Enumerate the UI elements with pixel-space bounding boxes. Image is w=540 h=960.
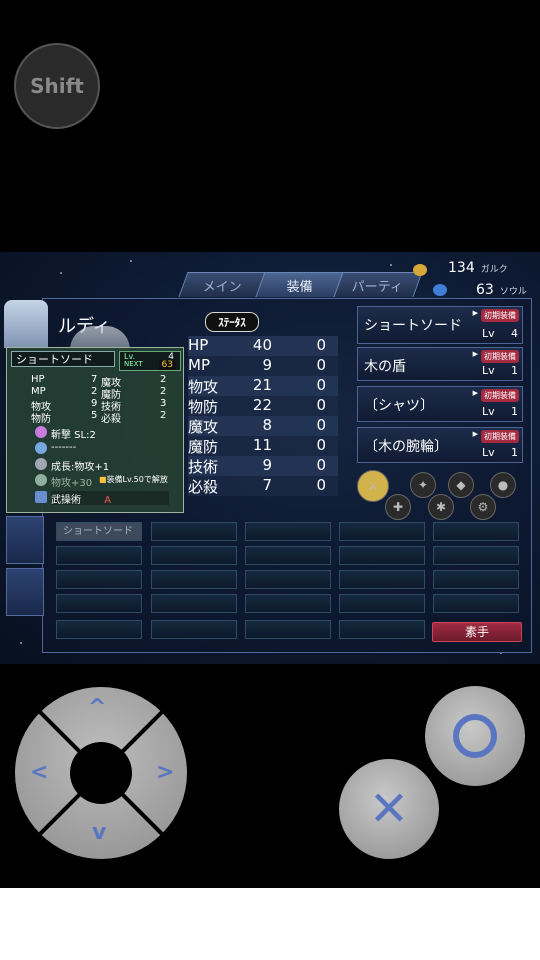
inventory-slot[interactable] xyxy=(151,546,237,565)
status-button[interactable]: ｽﾃｰﾀｽ xyxy=(205,312,259,332)
stat-row-patk: 物攻 21 0 xyxy=(188,376,326,396)
lock-icon: ■ xyxy=(99,475,107,484)
sword-skill-icon[interactable]: ⚔ xyxy=(357,470,389,502)
stat-row-tech: 技術 9 0 xyxy=(188,456,326,476)
arrow-icon: ▶ xyxy=(472,430,478,438)
initial-equip-badge: 初期装備 xyxy=(481,430,519,443)
inventory-item[interactable]: ショートソード xyxy=(56,522,142,541)
tooltip-skill-2: ------- xyxy=(51,442,77,453)
item-tooltip: ショートソード Lv. 4 NEXT 63 HP 7 魔攻 2 MP 2 魔防 … xyxy=(6,347,184,513)
tooltip-weapon-type: 武操術 A xyxy=(51,491,169,506)
tooltip-growth: 成長:物攻+1 xyxy=(51,462,110,473)
slash-skill-icon xyxy=(35,426,47,438)
inventory-slot[interactable] xyxy=(245,594,331,613)
dagger-skill-icon[interactable]: ✦ xyxy=(410,472,436,498)
equip-slot-shield[interactable]: 木の盾 ▶ 初期装備 Lv 1 xyxy=(357,347,523,381)
circle-button[interactable] xyxy=(425,686,525,786)
weapon-skill-icon xyxy=(35,491,47,503)
side-tab-1[interactable] xyxy=(6,516,44,564)
gold-amount: 134 ガルク xyxy=(448,260,508,276)
inventory-slot[interactable] xyxy=(151,570,237,589)
bow-skill-icon[interactable]: ✱ xyxy=(428,494,454,520)
tooltip-level-box: Lv. 4 NEXT 63 xyxy=(119,351,181,371)
stat-row-hp: HP 40 0 xyxy=(188,336,326,354)
shift-button[interactable]: Shift xyxy=(14,43,100,129)
tooltip-title: ショートソード xyxy=(11,351,115,367)
axe-skill-icon[interactable]: ✚ xyxy=(385,494,411,520)
gold-coin-icon xyxy=(413,264,427,276)
inventory-slot[interactable] xyxy=(433,570,519,589)
arrow-icon: ▶ xyxy=(472,389,478,397)
dpad-center xyxy=(70,742,132,804)
inventory-slot[interactable] xyxy=(433,522,519,541)
tooltip-stat: 物防 xyxy=(31,414,51,425)
inventory-slot[interactable] xyxy=(151,620,237,639)
soul-orb-icon xyxy=(433,284,447,296)
tooltip-requirement: 物攻+30 xyxy=(51,478,93,489)
tooltip-unlock: ■装備Lv.50で解放 xyxy=(99,475,168,484)
stat-row-mdef: 魔防 11 0 xyxy=(188,436,326,456)
inventory-slot[interactable] xyxy=(56,620,142,639)
equip-slot-accessory[interactable]: 〔木の腕輪〕 ▶ 初期装備 Lv 1 xyxy=(357,427,523,463)
requirement-icon xyxy=(35,474,47,486)
soul-amount: 63 ソウル xyxy=(476,282,527,298)
stat-row-matk: 魔攻 8 0 xyxy=(188,416,326,436)
tooltip-skill-1: 斬撃 SL:2 xyxy=(51,430,96,441)
inventory-slot[interactable] xyxy=(433,546,519,565)
inventory-slot[interactable] xyxy=(339,522,425,541)
equip-slot-weapon[interactable]: ショートソード ▶ 初期装備 Lv 4 xyxy=(357,306,523,344)
arrow-icon: ▶ xyxy=(472,350,478,358)
growth-icon xyxy=(35,458,47,470)
gear-skill-icon[interactable]: ⚙ xyxy=(470,494,496,520)
inventory-slot[interactable] xyxy=(245,546,331,565)
dpad-up-icon[interactable]: ^ xyxy=(88,695,106,720)
initial-equip-badge: 初期装備 xyxy=(481,389,519,402)
tab-main[interactable]: メイン xyxy=(178,272,268,297)
equip-slot-armor[interactable]: 〔シャツ〕 ▶ 初期装備 Lv 1 xyxy=(357,386,523,422)
inventory-slot[interactable] xyxy=(56,594,142,613)
stat-row-crit: 必殺 7 0 xyxy=(188,476,326,496)
unarmed-button[interactable]: 素手 xyxy=(432,622,522,642)
arrow-icon: ▶ xyxy=(472,309,478,317)
inventory-slot[interactable] xyxy=(339,594,425,613)
tab-equipment[interactable]: 装備 xyxy=(255,272,345,297)
inventory-slot[interactable] xyxy=(433,594,519,613)
tooltip-stat: HP xyxy=(31,374,45,385)
inventory-slot[interactable] xyxy=(339,570,425,589)
dpad-left-icon[interactable]: < xyxy=(30,760,48,785)
cross-icon: ✕ xyxy=(368,781,410,837)
game-screen: メイン 装備 パーティ 134 ガルク 63 ソウル ルディ ｽﾃｰﾀｽ HP 40 0… xyxy=(0,252,540,664)
inventory-slot[interactable] xyxy=(56,546,142,565)
initial-equip-badge: 初期装備 xyxy=(481,350,519,363)
dpad-down-icon[interactable]: v xyxy=(92,820,106,845)
stat-row-pdef: 物防 22 0 xyxy=(188,396,326,416)
inventory-slot[interactable] xyxy=(151,522,237,541)
bottom-bar xyxy=(0,888,540,960)
inventory-slot[interactable] xyxy=(151,594,237,613)
dpad-right-icon[interactable]: > xyxy=(156,760,174,785)
side-tab-2[interactable] xyxy=(6,568,44,616)
inventory-slot[interactable] xyxy=(339,620,425,639)
stat-row-mp: MP 9 0 xyxy=(188,356,326,374)
inventory-slot[interactable] xyxy=(245,620,331,639)
inventory-slot[interactable] xyxy=(245,522,331,541)
tab-party[interactable]: パーティ xyxy=(333,272,423,297)
inventory-slot[interactable] xyxy=(56,570,142,589)
inventory-slot[interactable] xyxy=(245,570,331,589)
helmet-skill-icon[interactable]: ● xyxy=(490,472,516,498)
character-portrait xyxy=(4,300,48,348)
cross-button[interactable]: ✕ xyxy=(339,759,439,859)
empty-skill-icon xyxy=(35,442,47,454)
initial-equip-badge: 初期装備 xyxy=(481,309,519,322)
circle-icon xyxy=(453,714,497,758)
tooltip-stat: MP xyxy=(31,386,46,397)
shield-skill-icon[interactable]: ◆ xyxy=(448,472,474,498)
inventory-slot[interactable] xyxy=(339,546,425,565)
